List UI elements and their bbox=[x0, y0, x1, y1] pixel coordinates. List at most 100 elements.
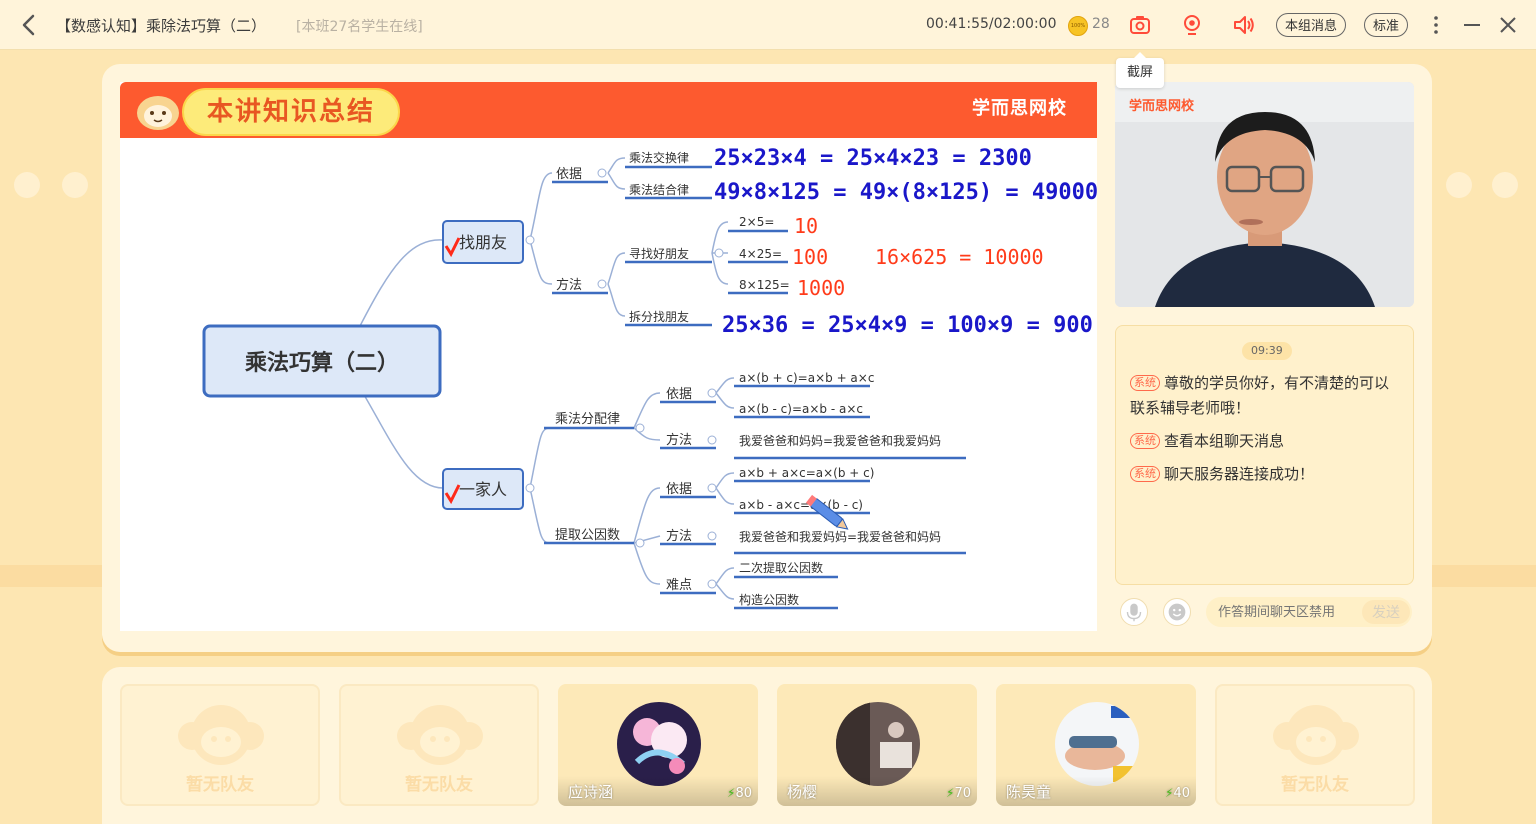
label-find-good-friends: 寻找好朋友 bbox=[629, 247, 689, 261]
teammate-name: 应诗涵 bbox=[568, 783, 614, 801]
background-decoration bbox=[1492, 172, 1518, 198]
teammate-slot-empty: 暂无队友 bbox=[339, 684, 539, 806]
teammate-card[interactable]: 应诗涵 ⚡80 bbox=[558, 684, 758, 806]
microphone-icon[interactable] bbox=[1120, 598, 1148, 626]
monkey-mascot-icon bbox=[137, 96, 179, 130]
slide-title: 本讲知识总结 bbox=[182, 88, 400, 136]
system-tag: 系统 bbox=[1130, 466, 1160, 482]
empty-teammate-label: 暂无队友 bbox=[405, 775, 473, 795]
avatar bbox=[617, 702, 701, 786]
handwriting-10: 10 bbox=[794, 214, 818, 238]
branch-label-find-friends: 找朋友 bbox=[459, 233, 507, 252]
chat-message-text: 聊天服务器连接成功！ bbox=[1164, 465, 1315, 483]
pair-2x5: 2×5= bbox=[739, 215, 774, 229]
chat-timestamp: 09:39 bbox=[1242, 342, 1292, 360]
label-distributive-law: 乘法分配律 bbox=[555, 412, 620, 427]
speaker-volume-icon[interactable] bbox=[1232, 13, 1256, 37]
label-method-2: 方法 bbox=[666, 432, 692, 448]
coin-icon: 100% bbox=[1068, 16, 1088, 36]
handwriting-100: 100 bbox=[792, 245, 828, 269]
send-button[interactable]: 发送 bbox=[1362, 600, 1410, 624]
chat-message: 系统 尊敬的学员你好，有不清楚的可以联系辅导老师哦！ bbox=[1130, 371, 1402, 421]
label-common-factor: 提取公因数 bbox=[555, 527, 620, 543]
monkey-placeholder-icon bbox=[397, 705, 483, 765]
handwriting-1000: 1000 bbox=[797, 276, 845, 300]
formula-factor-sub: a×b - a×c=a×(b - c) bbox=[739, 498, 863, 512]
teammate-score: ⚡70 bbox=[946, 786, 971, 801]
title-bar: 【数感认知】乘除法巧算（二） [本班27名学生在线] 00:41:55/02:0… bbox=[0, 0, 1536, 50]
empty-teammate-label: 暂无队友 bbox=[1281, 775, 1349, 795]
formula-distributive-add: a×(b + c)=a×b + a×c bbox=[739, 371, 874, 385]
empty-teammate-label: 暂无队友 bbox=[186, 775, 254, 795]
label-second-extraction: 二次提取公因数 bbox=[739, 560, 823, 575]
background-decoration bbox=[62, 172, 88, 198]
label-commutative-law: 乘法交换律 bbox=[629, 150, 689, 165]
formula-distributive-sub: a×(b - c)=a×b - a×c bbox=[739, 402, 863, 416]
chat-message-text: 查看本组聊天消息 bbox=[1164, 432, 1285, 450]
pair-8x125: 8×125= bbox=[739, 278, 790, 292]
teammate-slot-empty: 暂无队友 bbox=[120, 684, 320, 806]
chat-panel: 09:39 系统 尊敬的学员你好，有不清楚的可以联系辅导老师哦！ 系统 查看本组聊天… bbox=[1115, 325, 1414, 585]
video-quality-button[interactable]: 标准 bbox=[1364, 13, 1409, 37]
label-construct-factor: 构造公因数 bbox=[739, 592, 799, 607]
formula-factor-add: a×b + a×c=a×(b + c) bbox=[739, 466, 874, 480]
label-difficulty: 难点 bbox=[666, 578, 692, 593]
teammate-score-value: 40 bbox=[1173, 786, 1190, 801]
chat-message: 系统 查看本组聊天消息 bbox=[1130, 429, 1402, 454]
chat-message-text: 尊敬的学员你好，有不清楚的可以联系辅导老师哦！ bbox=[1130, 374, 1390, 417]
screenshot-camera-icon[interactable] bbox=[1128, 13, 1152, 37]
teacher-video[interactable]: 学而思网校 bbox=[1115, 82, 1414, 307]
handwriting-split: 25×36 = 25×4×9 = 100×9 = 900 bbox=[722, 313, 1093, 338]
branch-label-family: 一家人 bbox=[459, 480, 507, 499]
teacher-portrait bbox=[1115, 82, 1414, 307]
more-options-icon[interactable] bbox=[1424, 13, 1448, 37]
class-timer: 00:41:55/02:00:00 bbox=[926, 16, 1057, 32]
label-associative-law: 乘法结合律 bbox=[629, 182, 689, 197]
label-method: 方法 bbox=[556, 277, 582, 293]
background-decoration bbox=[0, 565, 102, 587]
label-basis-3: 依据 bbox=[666, 482, 692, 497]
teammate-name: 杨樱 bbox=[787, 783, 818, 801]
background-decoration bbox=[14, 172, 40, 198]
teammate-score-value: 70 bbox=[954, 786, 971, 801]
system-tag: 系统 bbox=[1130, 375, 1160, 391]
screenshot-tooltip: 截屏 bbox=[1116, 52, 1164, 88]
teammate-card[interactable]: 陈昊童 ⚡40 bbox=[996, 684, 1196, 806]
formula-factor-example: 我爱爸爸和我爱妈妈=我爱爸爸和妈妈 bbox=[739, 530, 941, 544]
back-arrow-icon[interactable] bbox=[18, 13, 40, 37]
pair-4x25: 4×25= bbox=[739, 247, 782, 261]
teammate-slot-empty: 暂无队友 bbox=[1215, 684, 1415, 806]
teammate-score-value: 80 bbox=[735, 786, 752, 801]
label-basis-2: 依据 bbox=[666, 387, 692, 402]
online-status: [本班27名学生在线] bbox=[296, 19, 423, 35]
teammate-score: ⚡80 bbox=[727, 786, 752, 801]
slide-header: 本讲知识总结 学而思网校 bbox=[120, 82, 1097, 138]
background-decoration bbox=[1446, 172, 1472, 198]
lesson-title: 【数感认知】乘除法巧算（二） bbox=[56, 17, 267, 35]
close-icon[interactable] bbox=[1496, 13, 1520, 37]
teammate-name: 陈昊童 bbox=[1006, 783, 1052, 801]
minimize-icon[interactable] bbox=[1460, 13, 1484, 37]
video-brand-logo: 学而思网校 bbox=[1129, 99, 1195, 114]
coin-count: 28 bbox=[1092, 16, 1110, 32]
lesson-slide: 本讲知识总结 学而思网校 乘法巧算（二） 找朋友 一家人 依据 方法 乘法交换律… bbox=[120, 82, 1097, 631]
handwriting-16x625: 16×625 = 10000 bbox=[875, 245, 1044, 269]
label-split-friends: 拆分找朋友 bbox=[629, 309, 689, 324]
group-messages-button[interactable]: 本组消息 bbox=[1276, 13, 1347, 37]
chat-message: 系统 聊天服务器连接成功！ bbox=[1130, 462, 1402, 487]
root-node-label: 乘法巧算（二） bbox=[244, 350, 399, 376]
formula-distributive-example: 我爱爸爸和妈妈=我爱爸爸和我爱妈妈 bbox=[739, 434, 941, 448]
teammate-score: ⚡40 bbox=[1165, 786, 1190, 801]
slide-brand-logo: 学而思网校 bbox=[972, 98, 1067, 119]
monkey-placeholder-icon bbox=[1273, 705, 1359, 765]
mind-map: 乘法巧算（二） 找朋友 一家人 依据 方法 乘法交换律 乘法结合律 寻找好朋友 … bbox=[202, 146, 1097, 610]
teammate-card[interactable]: 杨樱 ⚡70 bbox=[777, 684, 977, 806]
system-tag: 系统 bbox=[1130, 433, 1160, 449]
avatar bbox=[1055, 702, 1139, 786]
emoji-icon[interactable] bbox=[1163, 598, 1191, 626]
avatar bbox=[836, 702, 920, 786]
monkey-placeholder-icon bbox=[178, 705, 264, 765]
handwriting-associative: 49×8×125 = 49×(8×125) = 49000 bbox=[714, 180, 1097, 205]
location-marker-icon[interactable] bbox=[1180, 13, 1204, 37]
background-decoration bbox=[1432, 565, 1536, 587]
